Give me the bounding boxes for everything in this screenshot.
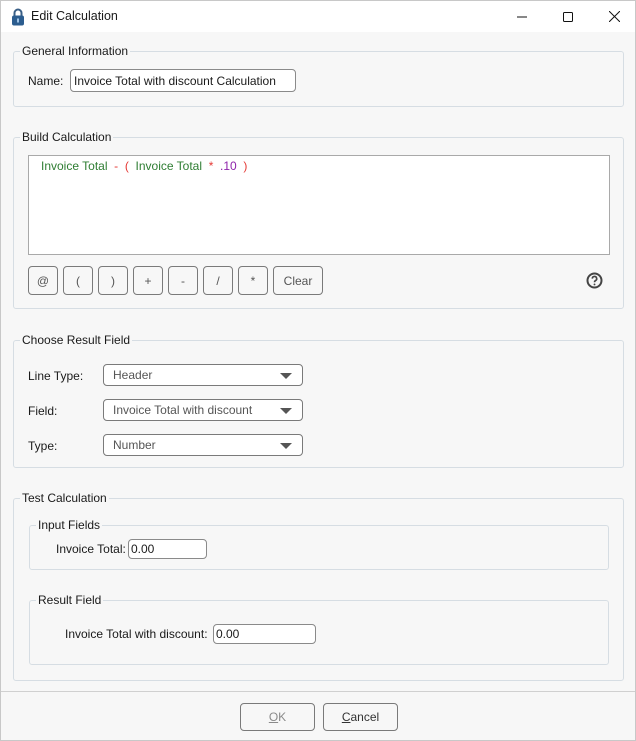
chevron-down-icon (280, 373, 292, 379)
result-label: Invoice Total with discount: (65, 627, 208, 641)
ok-label: OK (268, 710, 287, 724)
minus-button[interactable]: - (168, 266, 198, 295)
minimize-button[interactable] (499, 1, 545, 32)
maximize-button[interactable] (545, 1, 591, 32)
formula-token-operator: * (208, 159, 214, 173)
formula-token-operator: ( (124, 159, 129, 173)
multiply-button[interactable]: * (238, 266, 268, 295)
clear-button[interactable]: Clear (273, 266, 323, 295)
close-paren-button[interactable]: ) (98, 266, 128, 295)
result-output[interactable] (213, 624, 316, 644)
build-calculation-legend: Build Calculation (20, 130, 114, 144)
field-label: Field: (28, 404, 58, 418)
open-paren-button[interactable]: ( (63, 266, 93, 295)
type-dropdown[interactable]: Number (103, 434, 303, 456)
title-bar: Edit Calculation (1, 1, 635, 32)
formula-token-operator: ) (243, 159, 248, 173)
maximize-icon (563, 11, 573, 22)
result-field-legend: Result Field (36, 593, 104, 607)
line-type-dropdown[interactable]: Header (103, 364, 303, 386)
close-icon (608, 11, 620, 22)
field-dropdown[interactable]: Invoice Total with discount (103, 399, 303, 421)
edit-calculation-dialog: Edit Calculation General Information Nam… (0, 0, 636, 741)
close-button[interactable] (591, 1, 636, 32)
test-calculation-legend: Test Calculation (20, 491, 109, 505)
formula-token-field: Invoice Total (135, 159, 203, 173)
plus-button[interactable]: + (133, 266, 163, 295)
padlock-icon (12, 8, 24, 26)
insert-field-button[interactable]: @ (28, 266, 58, 295)
help-circle-icon[interactable] (586, 272, 603, 289)
line-type-label: Line Type: (28, 369, 84, 383)
formula-editor[interactable]: Invoice Total - ( Invoice Total * .10 ) (28, 155, 610, 255)
general-information-legend: General Information (20, 44, 131, 58)
formula-token-number: .10 (220, 159, 237, 173)
invoice-total-input[interactable] (128, 539, 207, 559)
cancel-button[interactable]: Cancel (323, 703, 398, 731)
cancel-label: Cancel (341, 710, 380, 724)
type-value: Number (113, 438, 156, 452)
formula-token-operator: - (114, 159, 119, 173)
invoice-total-label: Invoice Total: (56, 542, 126, 556)
chevron-down-icon (280, 443, 292, 449)
divide-button[interactable]: / (203, 266, 233, 295)
formula-expression: Invoice Total - ( Invoice Total * .10 ) (41, 159, 247, 173)
footer-divider (1, 691, 635, 692)
choose-result-field-legend: Choose Result Field (20, 333, 133, 347)
chevron-down-icon (280, 408, 292, 414)
type-label: Type: (28, 439, 58, 453)
field-value: Invoice Total with discount (113, 403, 253, 417)
window-title: Edit Calculation (31, 9, 118, 23)
name-input[interactable] (70, 69, 296, 92)
line-type-value: Header (113, 368, 153, 382)
ok-button[interactable]: OK (240, 703, 315, 731)
minimize-icon (517, 16, 527, 17)
input-fields-legend: Input Fields (36, 518, 103, 532)
name-label: Name: (28, 74, 64, 88)
formula-token-field: Invoice Total (41, 159, 108, 173)
